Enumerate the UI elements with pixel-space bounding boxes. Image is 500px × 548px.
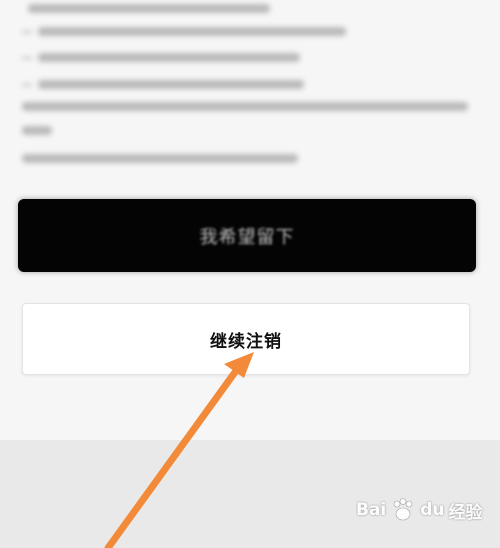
watermark-service: 经验 <box>448 502 483 523</box>
baidu-paw-icon <box>393 498 413 521</box>
continue-deactivation-button[interactable]: 继续注销 <box>22 303 470 375</box>
stay-button[interactable]: 我希望留下 <box>18 199 476 272</box>
watermark-brand: Bai <box>356 500 387 520</box>
stay-button-label: 我希望留下 <box>199 226 295 248</box>
watermark-brand-suffix: du <box>420 500 445 520</box>
baidu-watermark: Bai du 经验 <box>356 492 486 528</box>
continue-button-label: 继续注销 <box>210 331 282 352</box>
blurred-notice-text <box>0 0 500 185</box>
deactivation-sheet: 我希望留下 继续注销 <box>0 0 500 440</box>
